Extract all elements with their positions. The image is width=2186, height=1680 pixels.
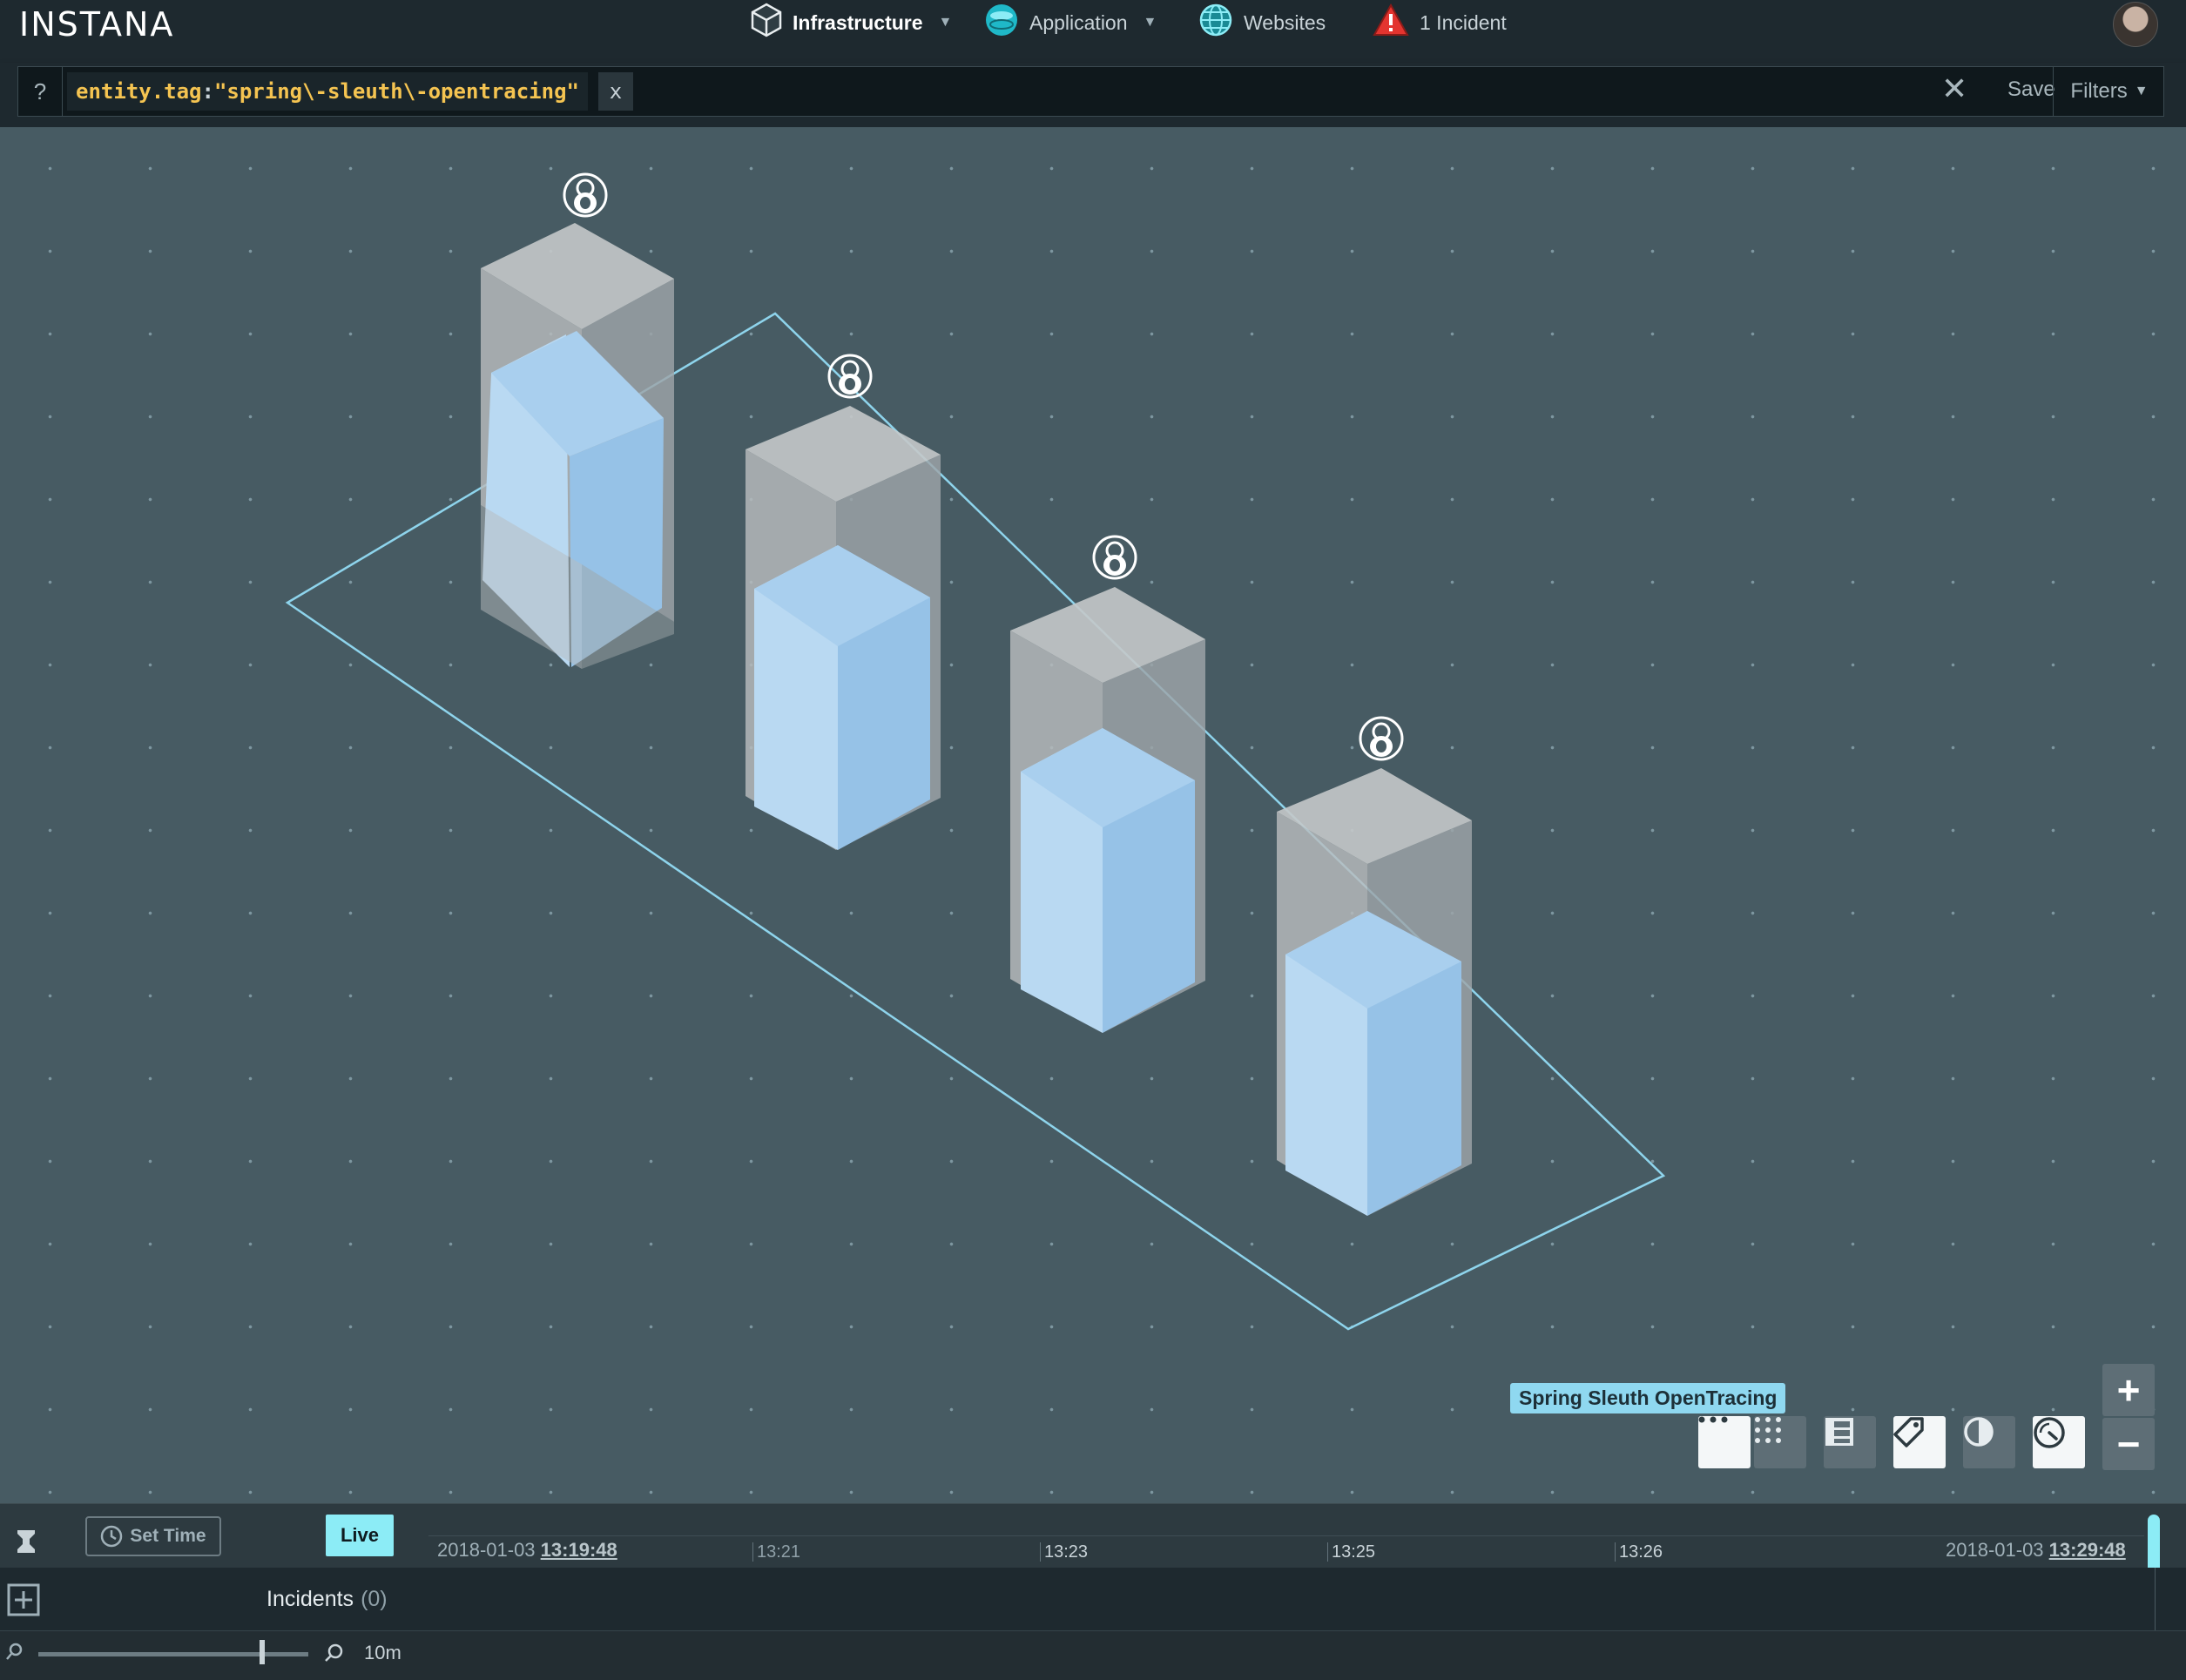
chevron-down-icon: ▼ (1143, 15, 1157, 30)
layout-icon (1825, 1418, 1853, 1446)
timeline-end-time: 13:29:48 (2048, 1539, 2126, 1561)
pie-icon (1964, 1417, 1994, 1447)
time-zoom-thumb[interactable] (260, 1640, 265, 1664)
nav-websites-label: Websites (1244, 10, 1326, 34)
linux-penguin-icon (1092, 535, 1137, 580)
plus-icon: + (2116, 1367, 2141, 1413)
nav-websites[interactable]: Websites (1198, 0, 1326, 45)
nav-application[interactable]: Application ▼ (984, 0, 1157, 45)
linux-penguin-icon (827, 354, 873, 399)
more-options-button[interactable] (1698, 1416, 1751, 1468)
timeline-tick: 13:23 (1040, 1542, 1088, 1562)
time-zoom-slider[interactable] (38, 1652, 308, 1656)
layout-button[interactable] (1824, 1416, 1876, 1468)
nav-application-label: Application (1029, 10, 1128, 34)
tag-button[interactable] (1893, 1416, 1946, 1468)
timeline-cursor-line (2155, 1568, 2156, 1630)
timeline-end: 2018-01-03 13:29:48 (1946, 1539, 2126, 1562)
more-icon (1698, 1416, 1728, 1423)
database-icon (984, 3, 1019, 43)
pie-view-button[interactable] (1963, 1416, 2015, 1468)
query-key: entity.tag (76, 79, 202, 104)
linux-penguin-icon (563, 172, 608, 218)
filters-button[interactable]: Filters ▼ (2053, 67, 2165, 116)
filters-label: Filters (2070, 79, 2128, 103)
search-icon (324, 1643, 343, 1667)
search-icon (5, 1642, 24, 1665)
nav-incidents[interactable]: 1 Incident (1373, 0, 1507, 45)
zoom-in-button[interactable]: + (2102, 1364, 2155, 1416)
minus-icon: − (2116, 1421, 2141, 1467)
tag-icon (1893, 1417, 1924, 1447)
live-button[interactable]: Live (326, 1515, 394, 1556)
query-value: "spring\-sleuth\-opentracing" (213, 79, 579, 104)
cube-icon (751, 3, 782, 43)
gauge-icon (2034, 1417, 2065, 1448)
linux-penguin-icon (1359, 716, 1404, 761)
search-query-field[interactable]: ? entity.tag: "spring\-sleuth\-opentracin… (17, 66, 2164, 117)
set-time-button[interactable]: Set Time (85, 1516, 221, 1556)
user-avatar[interactable] (2113, 2, 2158, 47)
query-colon: : (201, 79, 214, 104)
query-chip[interactable]: entity.tag: "spring\-sleuth\-opentracing" (67, 72, 588, 111)
incidents-label[interactable]: Incidents (0) (267, 1587, 388, 1612)
warning-icon (1373, 3, 1409, 42)
globe-icon (1198, 3, 1233, 43)
time-window-label: 10m (364, 1642, 401, 1663)
add-icon[interactable] (7, 1583, 40, 1621)
instana-logo[interactable]: INSTANA (19, 5, 174, 44)
timeline-tick: 13:26 (1615, 1542, 1663, 1562)
timeline-strip[interactable] (428, 1535, 2144, 1569)
host-box[interactable] (1010, 587, 1205, 1033)
map-canvas[interactable] (0, 127, 2186, 1503)
nav-incidents-label: 1 Incident (1420, 10, 1507, 34)
timeline-start: 2018-01-03 13:19:48 (437, 1539, 617, 1562)
gauge-button[interactable] (2033, 1416, 2085, 1468)
zoom-footer: 10m (0, 1630, 2186, 1680)
timeline-end-date: 2018-01-03 (1946, 1539, 2044, 1561)
host-box[interactable] (481, 223, 674, 669)
chevron-down-icon: ▼ (938, 15, 953, 30)
timeline-start-date: 2018-01-03 (437, 1539, 536, 1561)
chevron-down-icon: ▼ (2134, 84, 2149, 98)
timeline-tick: 13:25 (1327, 1542, 1375, 1562)
remove-chip-button[interactable]: x (598, 72, 633, 111)
timeline-bar: Set Time Live 2018-01-03 13:19:48 13:21 … (0, 1503, 2186, 1616)
zoom-out-button[interactable]: − (2102, 1418, 2155, 1470)
infrastructure-map[interactable]: Spring Sleuth OpenTracing + − (0, 127, 2186, 1503)
grid-icon (1755, 1417, 1781, 1443)
clock-icon (101, 1525, 123, 1548)
set-time-label: Set Time (130, 1526, 206, 1546)
host-box[interactable] (746, 406, 941, 850)
clear-query-icon[interactable]: ✕ (1941, 71, 1967, 107)
grid-layout-button[interactable] (1754, 1416, 1806, 1468)
pin-icon[interactable] (14, 1528, 38, 1559)
zone-label[interactable]: Spring Sleuth OpenTracing (1510, 1383, 1786, 1413)
timeline-start-time: 13:19:48 (540, 1539, 617, 1561)
save-button[interactable]: Save (2007, 78, 2055, 102)
host-box[interactable] (1277, 768, 1472, 1216)
incidents-row: Incidents (0) (0, 1568, 2186, 1630)
nav-infrastructure-label: Infrastructure (793, 10, 923, 34)
top-navigation: INSTANA Infrastructure ▼ Application ▼ W… (0, 0, 2186, 64)
filter-bar: ? entity.tag: "spring\-sleuth\-opentracin… (0, 63, 2186, 127)
incidents-title: Incidents (267, 1587, 354, 1611)
timeline-tick: 13:21 (752, 1542, 800, 1562)
nav-infrastructure[interactable]: Infrastructure ▼ (751, 0, 952, 45)
incidents-count: (0) (361, 1587, 388, 1611)
help-button[interactable]: ? (18, 67, 63, 116)
